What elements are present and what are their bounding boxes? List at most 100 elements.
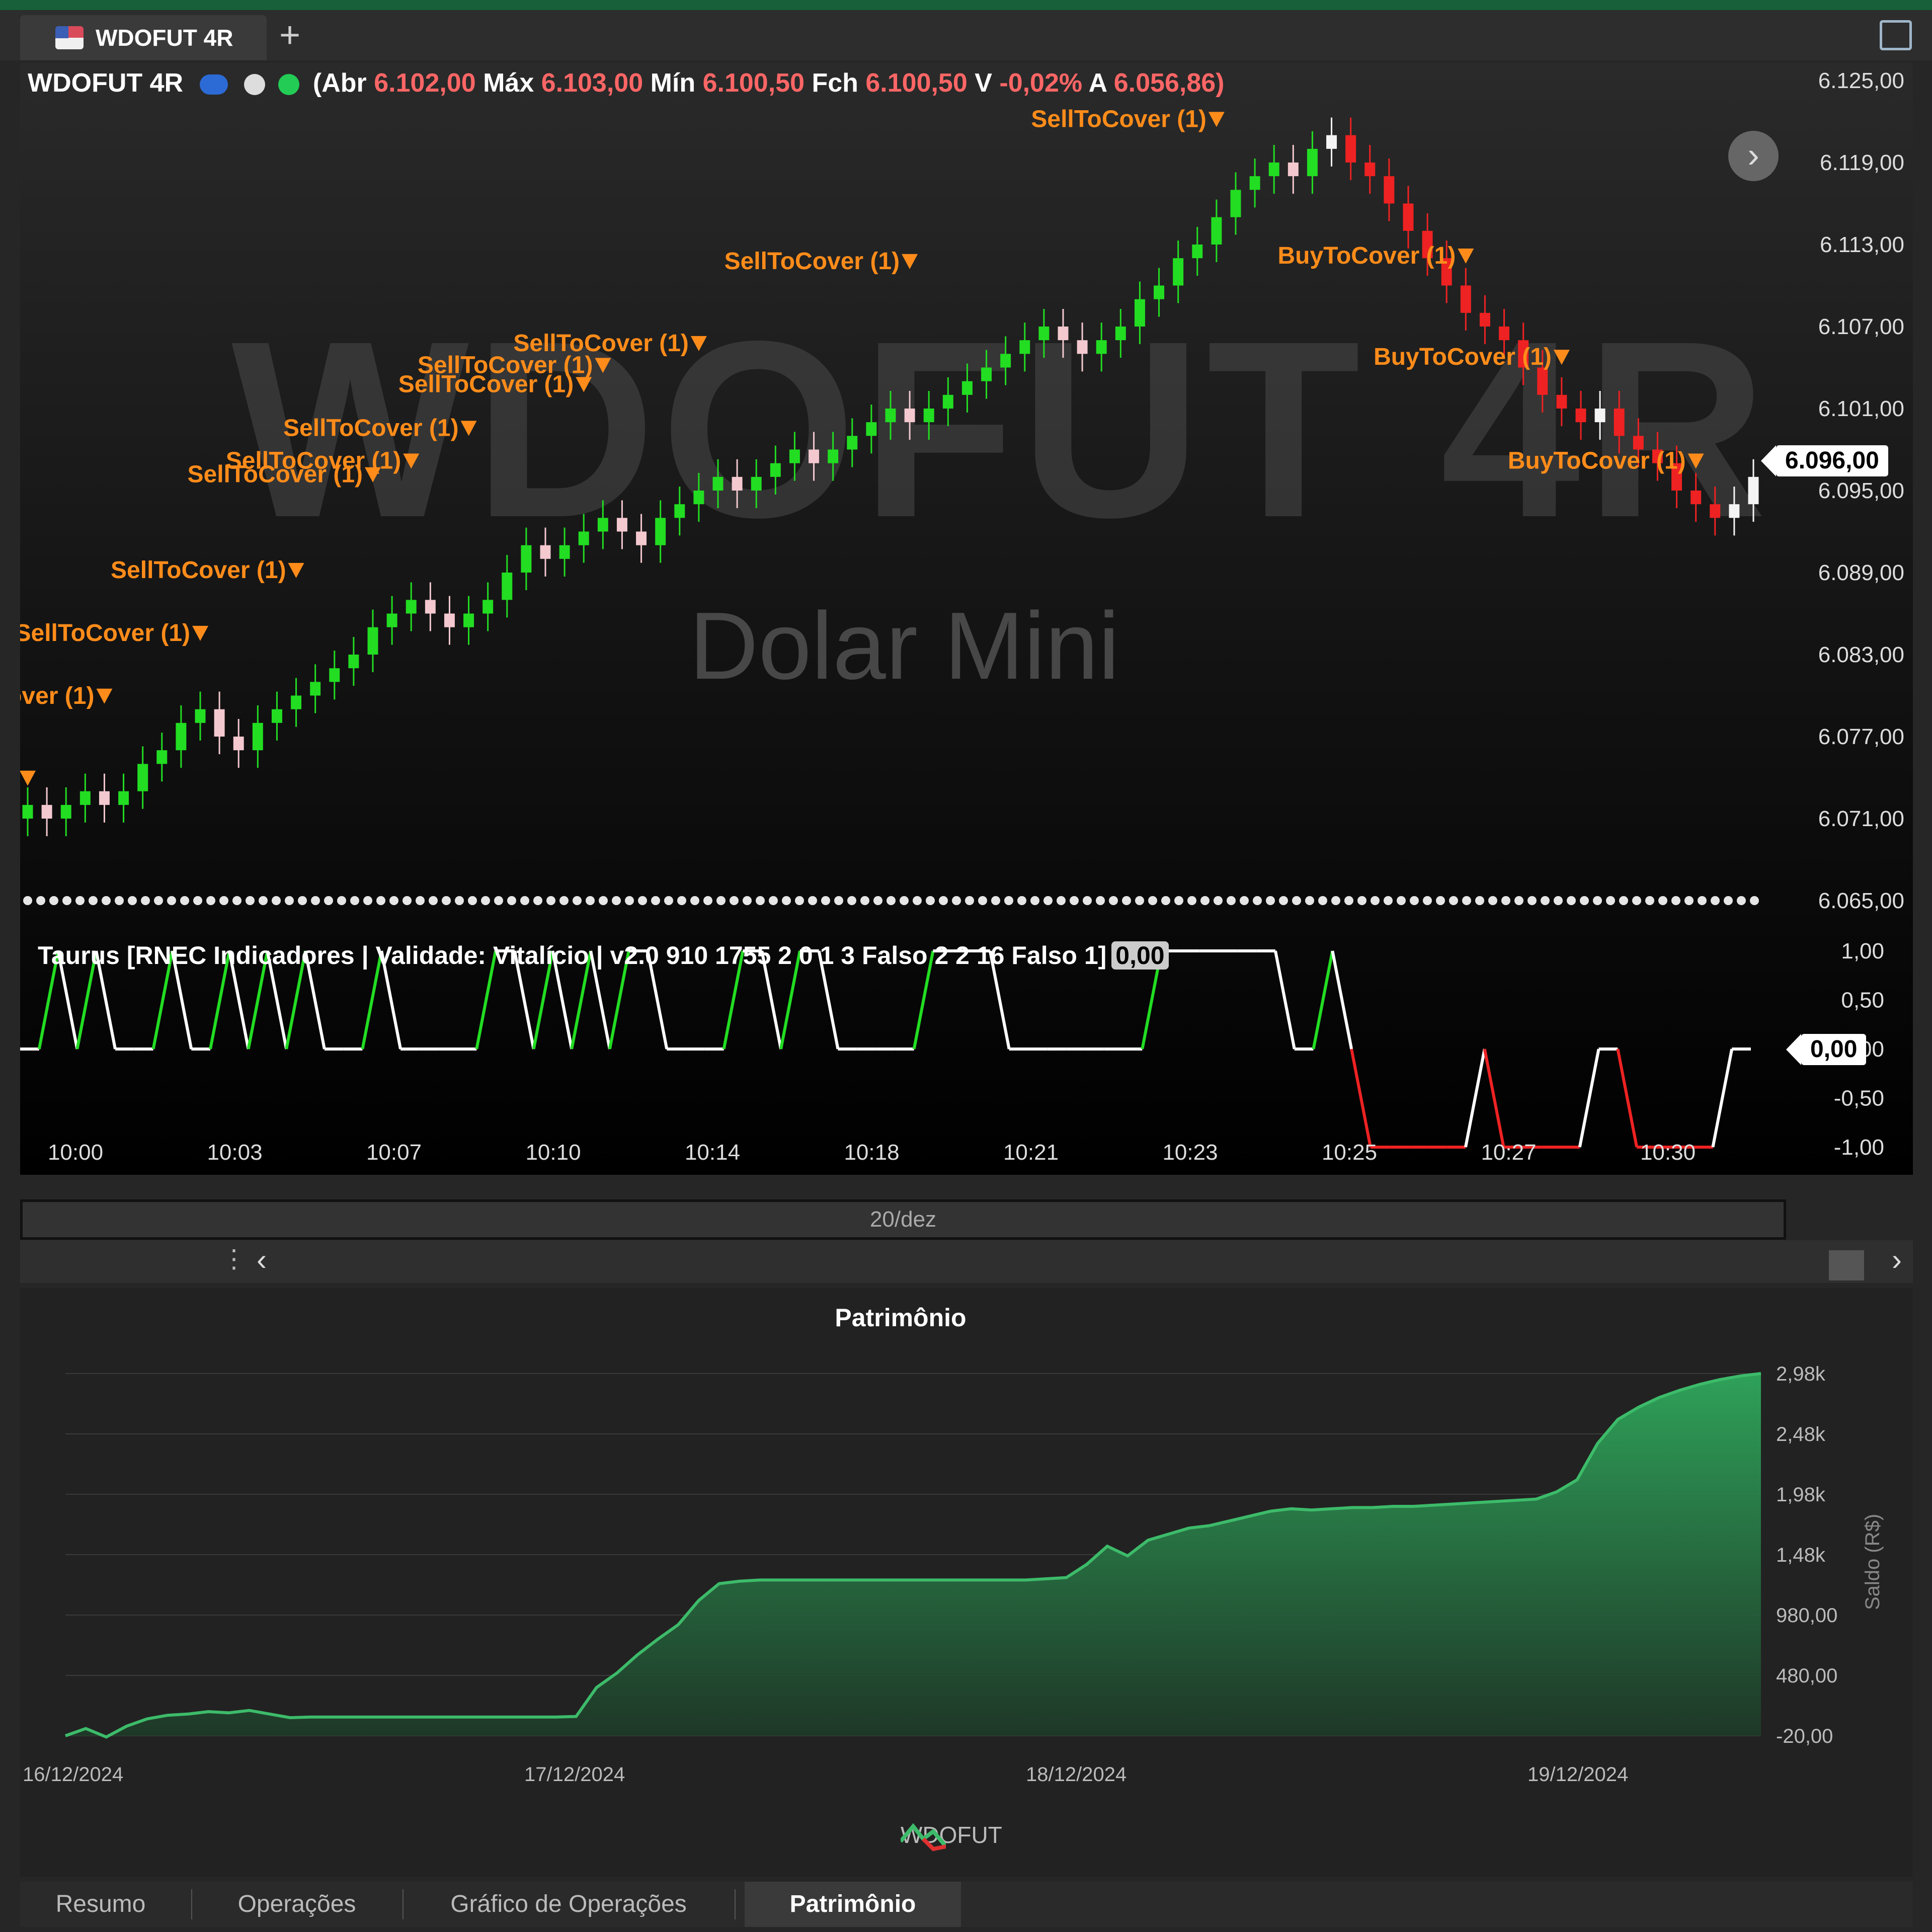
- separator-dot: [900, 896, 909, 905]
- separator-dot: [1357, 896, 1366, 905]
- candle-body: [195, 709, 206, 723]
- candle-body: [1748, 476, 1759, 505]
- candle-body: [1154, 285, 1165, 299]
- candle-body: [578, 531, 589, 545]
- indicator-axis-tick: -0,50: [1834, 1086, 1884, 1111]
- equity-area: [65, 1374, 1761, 1737]
- candle-body: [367, 627, 378, 655]
- minus-circle-icon[interactable]: [244, 74, 265, 96]
- close-label: Fch: [812, 68, 858, 98]
- separator-dot: [1083, 896, 1092, 905]
- separator-dot: [533, 896, 542, 905]
- separator-dot: [782, 896, 791, 905]
- separator-dot: [1030, 896, 1039, 905]
- price-chart[interactable]: WDOFUT 4R Dolar Mini 6.125,00 6.119,00 6.1…: [20, 63, 1913, 1175]
- chart-scrollbar[interactable]: ⋮ ‹ ›: [20, 1240, 1913, 1283]
- bottom-tab[interactable]: Operações: [201, 1882, 392, 1927]
- separator-dot: [651, 896, 660, 905]
- equity-chart-svg: 2,98k 2,48k 1,98k 1,48k 980,00 480,00 -20,00 16…: [23, 1363, 1837, 1786]
- indicator-axis-tick: -1,00: [1834, 1135, 1884, 1160]
- bottom-tab[interactable]: Gráfico de Operações: [413, 1882, 725, 1927]
- candle-body: [1345, 135, 1356, 163]
- separator-dot: [743, 896, 752, 905]
- separator-dot: [1214, 896, 1223, 905]
- separator-dot: [1554, 896, 1563, 905]
- time-axis-tick: 10:23: [1162, 1140, 1218, 1165]
- trade-annotation: SellToCover (1): [398, 371, 574, 397]
- separator-dot: [1266, 896, 1275, 905]
- separator-dot: [1724, 896, 1733, 905]
- separator-dot: [507, 896, 516, 905]
- time-axis-tick: 10:27: [1481, 1140, 1536, 1165]
- add-tab-button[interactable]: +: [279, 10, 300, 60]
- candle-body: [291, 695, 302, 709]
- trade-arrow-icon: [1687, 453, 1704, 469]
- candle-body: [847, 436, 858, 450]
- equity-axis-tick: 2,48k: [1776, 1423, 1826, 1445]
- time-axis-tick: 10:30: [1640, 1140, 1696, 1165]
- candle-body: [1460, 285, 1471, 313]
- candle-body: [1287, 163, 1299, 177]
- scroll-left-icon[interactable]: ‹: [257, 1242, 267, 1277]
- scroll-to-latest-button[interactable]: ›: [1728, 131, 1779, 181]
- trade-arrow-icon: [690, 336, 707, 351]
- separator-dot: [389, 896, 398, 905]
- separator-dot: [1122, 896, 1131, 905]
- separator-dot: [62, 896, 71, 905]
- separator-dot: [586, 896, 595, 905]
- separator-dot: [730, 896, 739, 905]
- equity-legend[interactable]: WDOFUT: [901, 1821, 1002, 1852]
- candle-body: [118, 791, 129, 805]
- tab-wdofut[interactable]: WDOFUT 4R: [20, 15, 267, 60]
- price-axis-tick: 6.065,00: [1818, 889, 1904, 913]
- price-axis-tick: 6.113,00: [1820, 232, 1904, 257]
- chart-icon[interactable]: [1880, 20, 1912, 50]
- candle-body: [636, 531, 647, 545]
- candle-body: [1575, 409, 1586, 423]
- separator-dot: [206, 896, 215, 905]
- separator-dot: [246, 896, 255, 905]
- candle-body: [597, 518, 608, 532]
- separator-dot: [1384, 896, 1393, 905]
- separator-dot: [416, 896, 425, 905]
- separator-dot: [638, 896, 647, 905]
- chart-header: WDOFUT 4R (Abr 6.102,00 Máx 6.103,00 Mín…: [28, 68, 1224, 98]
- prev-label: A: [1088, 68, 1107, 98]
- separator-dot: [690, 896, 699, 905]
- separator-dot: [1488, 896, 1497, 905]
- candle-body: [79, 791, 91, 805]
- candle-body: [1556, 394, 1567, 409]
- separator-dot: [468, 896, 477, 905]
- separator-dot: [1527, 896, 1537, 905]
- more-options-icon[interactable]: ⋮: [221, 1244, 247, 1273]
- separator-dot: [1711, 896, 1720, 905]
- separator-dot: [677, 896, 686, 905]
- equity-date-tick: 17/12/2024: [524, 1763, 625, 1786]
- candle-body: [521, 545, 532, 573]
- bottom-tab[interactable]: Patrimônio: [745, 1882, 961, 1927]
- separator-dot: [1148, 896, 1157, 905]
- time-axis-tick: 10:18: [844, 1140, 899, 1165]
- scroll-thumb[interactable]: [1829, 1250, 1864, 1280]
- indicator-axis-tick: 0,50: [1841, 988, 1884, 1013]
- equity-date-tick: 18/12/2024: [1026, 1763, 1126, 1786]
- candle-body: [1000, 354, 1011, 368]
- candle-body: [1230, 190, 1241, 217]
- candle-body: [137, 764, 148, 791]
- bottom-tab[interactable]: Resumo: [20, 1882, 181, 1927]
- separator-dot: [75, 896, 85, 905]
- separator-dot: [1541, 896, 1550, 905]
- tab-separator: [735, 1889, 736, 1919]
- candle-body: [176, 722, 187, 751]
- candle-body: [1249, 176, 1260, 190]
- separator-dot: [1253, 896, 1262, 905]
- indicator-line-segment: [1331, 950, 1353, 1050]
- scroll-right-icon[interactable]: ›: [1892, 1242, 1902, 1277]
- separator-dot: [1593, 896, 1602, 905]
- var-value: -0,02%: [999, 68, 1083, 98]
- separator-dot: [991, 896, 1000, 905]
- trade-annotation: BuyToCover (1): [1278, 243, 1456, 269]
- separator-dot: [1240, 896, 1249, 905]
- separator-dot: [455, 896, 464, 905]
- equity-ylabel: Saldo (R$): [1862, 1513, 1884, 1610]
